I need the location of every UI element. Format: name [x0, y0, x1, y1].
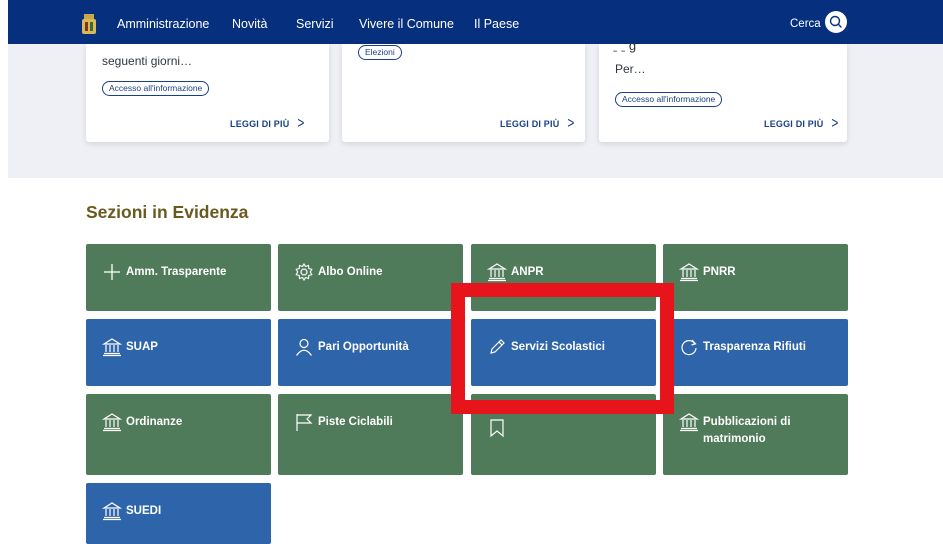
nav-item-amministrazione[interactable]: Amministrazione — [117, 17, 209, 31]
municipality-logo[interactable] — [82, 14, 96, 36]
section-title: Sezioni in Evidenza — [86, 202, 249, 222]
tile-suedi[interactable]: SUEDI — [86, 483, 271, 544]
tile-piste-ciclabili[interactable]: Piste Ciclabili — [278, 394, 463, 475]
tile-trasparenza-rifiuti[interactable]: Trasparenza Rifiuti — [663, 319, 848, 386]
tile-label: Piste Ciclabili — [318, 416, 393, 428]
tile-servizi-scolastici[interactable]: Servizi Scolastici — [471, 319, 656, 386]
tile-label: Trasparenza Rifiuti — [703, 341, 806, 353]
search-button[interactable] — [825, 11, 847, 33]
news-card: ˍ ˍ g Per… Accesso all'informazione LEGG… — [599, 38, 847, 142]
tile-label: SUAP — [126, 341, 158, 353]
tile-label: SUEDI — [126, 505, 162, 517]
bookmark-icon — [490, 419, 504, 438]
tile-pubblicazioni-di-matrimonio[interactable]: Pubblicazioni di matrimonio — [663, 394, 848, 475]
tile-label: Pari Opportunità — [318, 341, 409, 353]
tile-amm-trasparente[interactable]: Amm. Trasparente — [86, 244, 271, 311]
nav-item-servizi[interactable]: Servizi — [296, 17, 334, 31]
news-card: Elezioni LEGGI DI PIÙ > — [342, 44, 585, 142]
chevron-right-icon: > — [567, 113, 575, 133]
bank-icon — [102, 413, 122, 432]
bank-icon — [102, 502, 122, 521]
tile-anpr[interactable]: ANPR — [471, 244, 656, 311]
topic-chip[interactable]: Accesso all'informazione — [615, 92, 723, 107]
bank-icon — [679, 413, 699, 432]
card-title-clipped: ˍ ˍ g — [613, 38, 637, 53]
read-more-link[interactable]: LEGGI DI PIÙ > — [500, 113, 575, 133]
tile-pari-opportunita[interactable]: Pari Opportunità — [278, 319, 463, 386]
nav-item-vivere-il-comune[interactable]: Vivere il Comune — [359, 17, 454, 31]
card-excerpt: Per… — [615, 62, 646, 76]
search-icon — [829, 15, 842, 28]
news-card: seguenti giorni… Accesso all'informazion… — [86, 44, 329, 142]
tile-label: Ordinanze — [126, 416, 183, 428]
topic-chip[interactable]: Elezioni — [358, 45, 402, 60]
user-icon — [296, 338, 312, 356]
pencil-icon — [490, 339, 505, 354]
tile-pnrr[interactable]: PNRR — [663, 244, 848, 311]
flag-icon — [296, 414, 313, 431]
tile-ordinanze[interactable]: Ordinanze — [86, 394, 271, 475]
bank-icon — [487, 263, 507, 282]
read-more-link[interactable]: LEGGI DI PIÙ > — [230, 113, 305, 133]
tile-label: ANPR — [511, 266, 544, 278]
tile-label: PNRR — [703, 266, 736, 278]
tile-label: Pubblicazioni di matrimonio — [703, 416, 791, 445]
chevron-right-icon: > — [297, 113, 305, 133]
topic-chip[interactable]: Accesso all'informazione — [102, 81, 210, 96]
tile-albo-online[interactable]: Albo Online — [278, 244, 463, 311]
tile-label: Albo Online — [318, 266, 383, 278]
bank-icon — [102, 338, 122, 357]
read-more-link[interactable]: LEGGI DI PIÙ > — [764, 113, 839, 133]
tile-label: Amm. Trasparente — [126, 266, 227, 278]
plus-icon — [104, 264, 120, 280]
nav-item-il-paese[interactable]: Il Paese — [474, 17, 519, 31]
refresh-icon — [681, 339, 697, 356]
card-excerpt: seguenti giorni… — [102, 54, 193, 68]
nav-item-novita[interactable]: Novità — [232, 17, 267, 31]
bank-icon — [679, 263, 699, 282]
tile-obscured[interactable] — [471, 394, 656, 475]
search-label[interactable]: Cerca — [790, 18, 821, 30]
tile-suap[interactable]: SUAP — [86, 319, 271, 386]
tile-label: Servizi Scolastici — [511, 341, 605, 353]
gear-icon — [295, 262, 313, 282]
chevron-right-icon: > — [831, 113, 839, 133]
